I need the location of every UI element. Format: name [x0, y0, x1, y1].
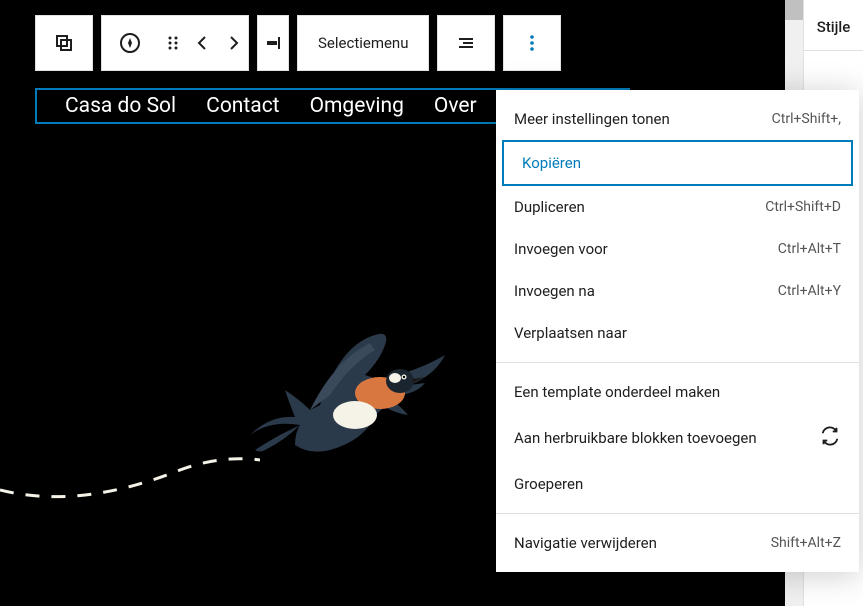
nav-item[interactable]: Contact — [206, 94, 279, 118]
justify-icon — [454, 31, 478, 55]
more-vertical-icon — [520, 31, 544, 55]
menu-label: Groeperen — [514, 475, 583, 493]
menu-label: Een template onderdeel maken — [514, 383, 720, 401]
menu-label: Kopiëren — [522, 154, 581, 172]
menu-label: Dupliceren — [514, 198, 585, 216]
menu-item-insert-before[interactable]: Invoegen voor Ctrl+Alt+T — [496, 228, 859, 270]
dashed-trail — [0, 455, 260, 515]
move-prev-button[interactable] — [188, 15, 218, 71]
menu-item-add-reusable[interactable]: Aan herbruikbare blokken toevoegen — [496, 413, 859, 463]
bird-illustration — [240, 325, 460, 475]
dropdown-section: Navigatie verwijderen Shift+Alt+Z — [496, 514, 859, 572]
menu-item-duplicate[interactable]: Dupliceren Ctrl+Shift+D — [496, 186, 859, 228]
menu-label: Navigatie verwijderen — [514, 534, 657, 552]
select-menu-button[interactable]: Selectiemenu — [298, 15, 428, 71]
menu-shortcut: Ctrl+Alt+Y — [778, 283, 841, 299]
toolbar-group-block — [35, 15, 93, 71]
menu-item-group[interactable]: Groeperen — [496, 463, 859, 505]
menu-item-insert-after[interactable]: Invoegen na Ctrl+Alt+Y — [496, 270, 859, 312]
menu-shortcut: Ctrl+Alt+T — [778, 241, 841, 257]
toolbar-group-select: Selectiemenu — [297, 15, 429, 71]
block-icon — [52, 31, 76, 55]
block-options-dropdown: Meer instellingen tonen Ctrl+Shift+, Kop… — [496, 90, 859, 572]
menu-item-make-template[interactable]: Een template onderdeel maken — [496, 371, 859, 413]
menu-label: Invoegen na — [514, 282, 595, 300]
menu-shortcut: Ctrl+Shift+, — [772, 111, 841, 127]
reusable-icon — [819, 425, 841, 451]
move-next-button[interactable] — [218, 15, 248, 71]
dropdown-section: Meer instellingen tonen Ctrl+Shift+, Kop… — [496, 90, 859, 363]
menu-item-move-to[interactable]: Verplaatsen naar — [496, 312, 859, 354]
toolbar-group-more — [503, 15, 561, 71]
nav-item[interactable]: Casa do Sol — [65, 94, 176, 118]
menu-item-remove-navigation[interactable]: Navigatie verwijderen Shift+Alt+Z — [496, 522, 859, 564]
editor-canvas: Selectiemenu Casa do Sol Contact Omgevin… — [0, 0, 863, 606]
chevron-right-icon — [221, 31, 245, 55]
compass-icon — [118, 31, 142, 55]
drag-handle[interactable] — [158, 15, 188, 71]
navigation-block-button[interactable] — [102, 15, 158, 71]
more-options-button[interactable] — [504, 15, 560, 71]
select-menu-label: Selectiemenu — [318, 34, 408, 52]
block-toolbar: Selectiemenu — [35, 15, 561, 71]
align-button[interactable] — [258, 15, 288, 71]
block-type-button[interactable] — [36, 15, 92, 71]
align-right-icon — [261, 31, 285, 55]
menu-label: Meer instellingen tonen — [514, 110, 670, 128]
menu-label: Aan herbruikbare blokken toevoegen — [514, 429, 757, 447]
chevron-left-icon — [191, 31, 215, 55]
dropdown-section: Een template onderdeel maken Aan herbrui… — [496, 363, 859, 514]
menu-label: Invoegen voor — [514, 240, 608, 258]
toolbar-group-align — [257, 15, 289, 71]
toolbar-group-nav — [101, 15, 249, 71]
sidebar-tab-label: Stijle — [817, 18, 851, 36]
menu-item-copy[interactable]: Kopiëren — [502, 140, 853, 186]
nav-item[interactable]: Over — [434, 94, 477, 118]
nav-item[interactable]: Omgeving — [310, 94, 404, 118]
toolbar-group-justify — [437, 15, 495, 71]
menu-shortcut: Shift+Alt+Z — [771, 535, 841, 551]
sidebar-tab-styles[interactable]: Stijle — [804, 0, 863, 51]
menu-shortcut: Ctrl+Shift+D — [765, 199, 841, 215]
justify-button[interactable] — [438, 15, 494, 71]
drag-icon — [161, 31, 185, 55]
menu-label: Verplaatsen naar — [514, 324, 627, 342]
scroll-thumb[interactable] — [785, 0, 803, 20]
menu-item-more-settings[interactable]: Meer instellingen tonen Ctrl+Shift+, — [496, 98, 859, 140]
